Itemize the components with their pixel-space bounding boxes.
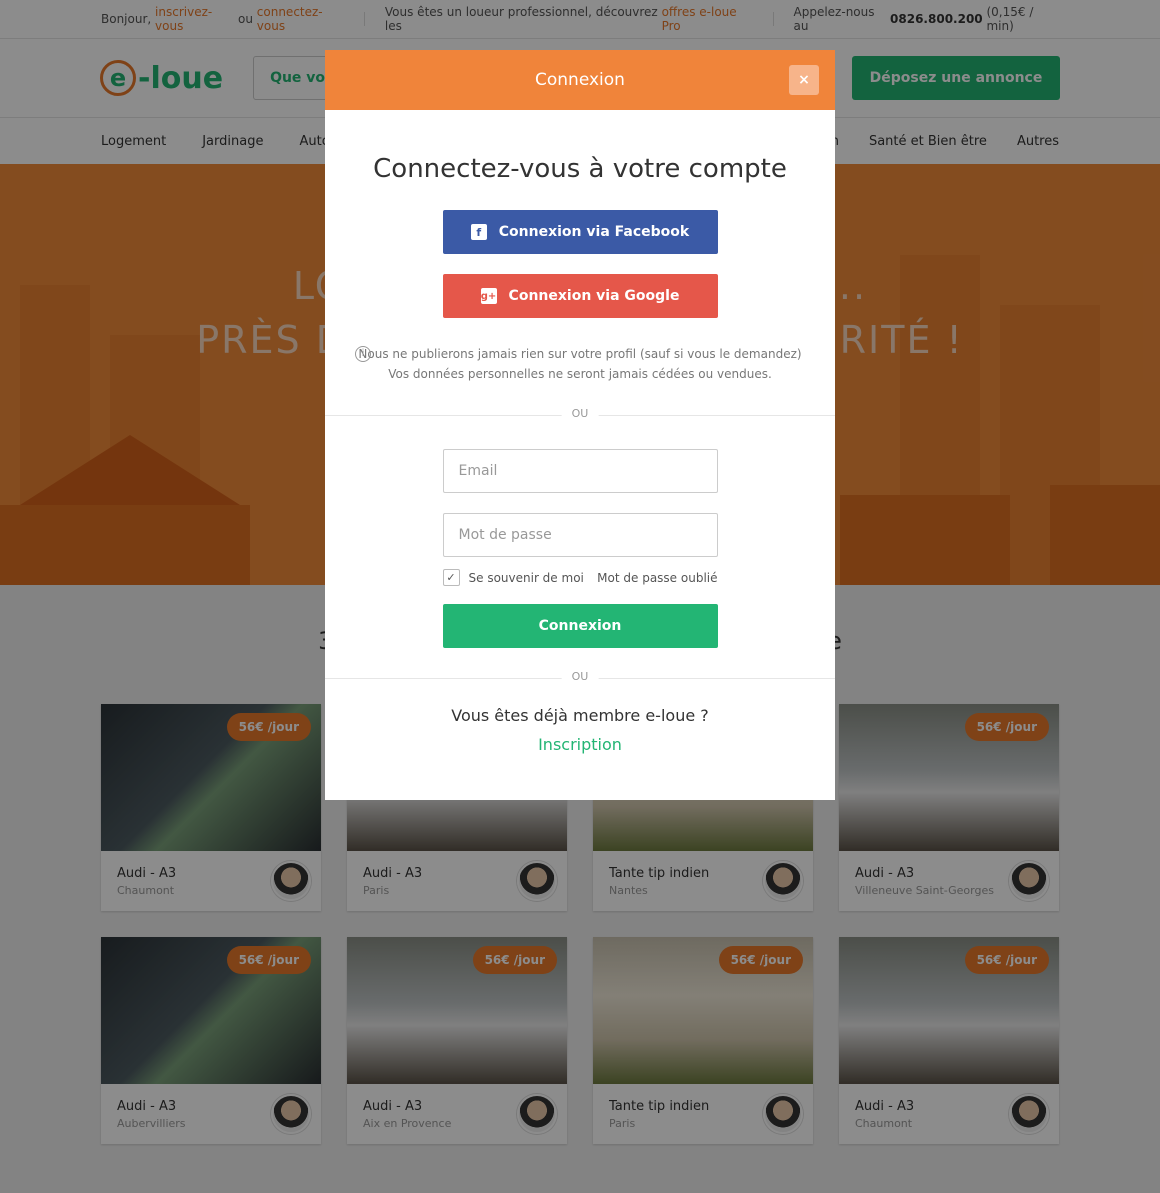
password-field[interactable] <box>442 513 718 557</box>
password-input[interactable] <box>458 527 702 543</box>
facebook-button-label: Connexion via Facebook <box>498 224 690 240</box>
facebook-icon: f <box>470 224 487 240</box>
forgot-password-link[interactable]: Mot de passe oublié <box>597 571 717 585</box>
notice-line-2: Vos données personnelles ne seront jamai… <box>388 367 772 381</box>
modal-header: Connexion × <box>325 50 835 110</box>
or-divider: OU <box>325 407 835 420</box>
notice-line-1: Nous ne publierons jamais rien sur votre… <box>358 347 802 361</box>
close-button[interactable]: × <box>789 65 819 95</box>
info-icon: i <box>355 346 371 362</box>
or-divider: OU <box>325 670 835 683</box>
login-modal: Connexion × Connectez-vous à votre compt… <box>325 50 835 800</box>
login-button[interactable]: Connexion <box>442 604 718 648</box>
remember-label[interactable]: Se souvenir de moi <box>469 571 584 585</box>
facebook-login-button[interactable]: f Connexion via Facebook <box>442 210 718 254</box>
signup-link[interactable]: Inscription <box>325 735 835 754</box>
google-login-button[interactable]: g+ Connexion via Google <box>442 274 718 318</box>
or-divider-label: OU <box>561 407 599 420</box>
modal-title: Connectez-vous à votre compte <box>373 154 787 184</box>
member-question: Vous êtes déjà membre e-loue ? <box>451 706 709 725</box>
remember-row: ✓ Se souvenir de moi Mot de passe oublié <box>442 569 718 586</box>
remember-checkbox[interactable]: ✓ <box>442 569 460 586</box>
privacy-notice: i Nous ne publierons jamais rien sur vot… <box>325 344 835 384</box>
or-divider-label: OU <box>561 670 599 683</box>
google-button-label: Connexion via Google <box>508 288 680 304</box>
modal-header-title: Connexion <box>535 70 625 90</box>
google-plus-icon: g+ <box>480 288 497 304</box>
email-input[interactable] <box>458 463 702 479</box>
email-field[interactable] <box>442 449 718 493</box>
